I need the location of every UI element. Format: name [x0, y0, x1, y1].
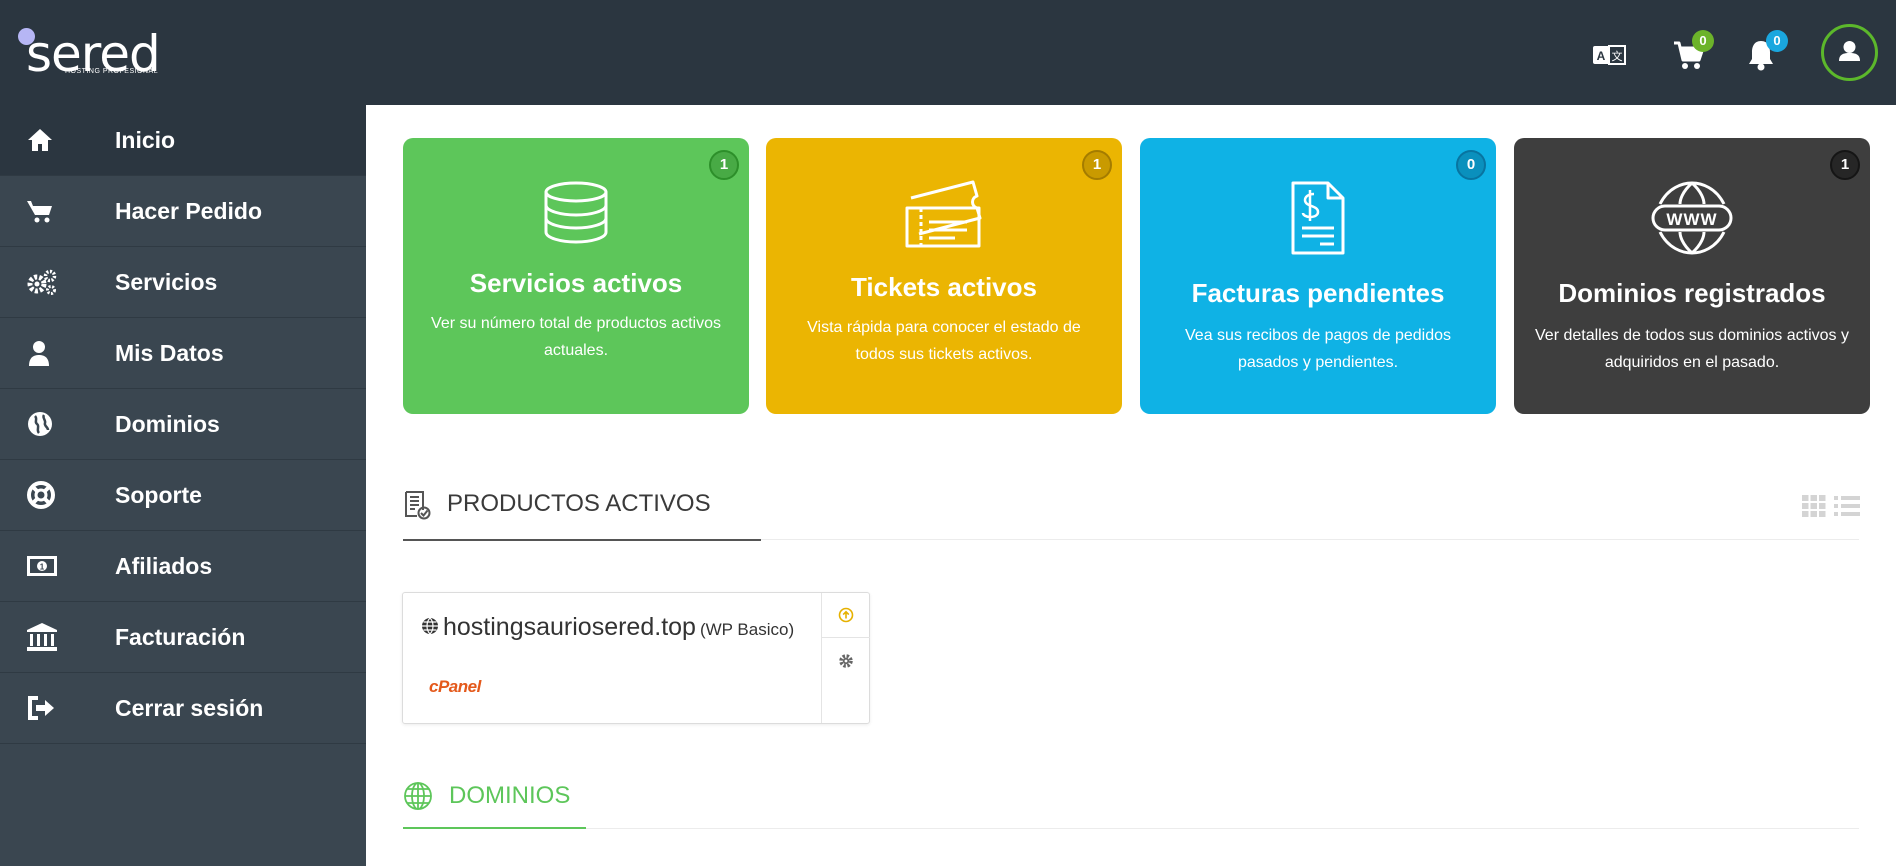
- upgrade-button[interactable]: [822, 593, 870, 638]
- sidebar-item-label: Cerrar sesión: [115, 694, 264, 721]
- main-content: 1 Servicios activos Ver su número total …: [366, 105, 1896, 866]
- www-icon: WWW: [1651, 181, 1733, 255]
- card-description: Ver su número total de productos activos…: [431, 315, 721, 359]
- sidebar-item-soporte[interactable]: Soporte: [0, 460, 366, 531]
- sidebar-item-label: Mis Datos: [115, 339, 224, 366]
- globe-icon: [404, 782, 432, 810]
- cart-icon: [0, 198, 115, 224]
- section-productos-activos: PRODUCTOS ACTIVOS: [403, 488, 711, 520]
- product-actions: [821, 593, 870, 723]
- sidebar-item-label: Facturación: [115, 623, 246, 650]
- svg-text:WWW: WWW: [1666, 210, 1717, 229]
- card-count-badge: 1: [709, 150, 739, 180]
- product-card[interactable]: hostingsauriosered.top (WP Basico) cPane…: [402, 592, 870, 724]
- notifications-count-badge: 0: [1766, 30, 1788, 52]
- product-header: hostingsauriosered.top (WP Basico): [421, 613, 794, 642]
- card-description: Ver detalles de todos sus dominios activ…: [1535, 327, 1849, 371]
- top-header: sered HOSTING PROFESIONAL A 文 0 0: [0, 0, 1896, 105]
- gears-icon: [0, 268, 115, 296]
- sidebar-item-afiliados[interactable]: 1 Afiliados: [0, 531, 366, 602]
- svg-text:1: 1: [40, 563, 45, 572]
- sidebar-item-facturacion[interactable]: Facturación: [0, 602, 366, 673]
- database-icon: [544, 181, 608, 244]
- svg-text:文: 文: [1612, 49, 1623, 63]
- cart-button[interactable]: 0: [1672, 30, 1714, 74]
- sidebar-item-label: Servicios: [115, 268, 218, 295]
- grid-view-icon[interactable]: [1802, 495, 1826, 517]
- sidebar-item-label: Dominios: [115, 410, 220, 437]
- card-servicios-activos[interactable]: 1 Servicios activos Ver su número total …: [403, 138, 749, 414]
- card-description: Vista rápida para conocer el estado de t…: [807, 319, 1081, 363]
- section-underline: [403, 539, 761, 541]
- card-dominios-registrados[interactable]: 1 WWW Dominios registrados Ver detalles …: [1514, 138, 1870, 414]
- product-domain[interactable]: hostingsauriosered.top: [443, 613, 696, 642]
- home-icon: [0, 127, 115, 153]
- sidebar-item-cerrar-sesion[interactable]: Cerrar sesión: [0, 673, 366, 744]
- sidebar-item-label: Soporte: [115, 481, 202, 508]
- section-dominios: DOMINIOS: [403, 781, 570, 811]
- svg-text:A: A: [1597, 49, 1606, 63]
- card-title: Tickets activos: [851, 272, 1037, 302]
- sidebar: Inicio Hacer Pedido Servicios Mis Datos …: [0, 105, 366, 866]
- globe-icon: [0, 410, 115, 438]
- list-view-icon[interactable]: [1834, 495, 1860, 517]
- sidebar-item-inicio[interactable]: Inicio: [0, 105, 366, 176]
- cart-count-badge: 0: [1692, 30, 1714, 52]
- card-title: Facturas pendientes: [1191, 278, 1445, 308]
- sidebar-item-label: Hacer Pedido: [115, 197, 262, 224]
- card-title: Dominios registrados: [1558, 278, 1826, 308]
- settings-button[interactable]: [822, 638, 870, 683]
- card-facturas-pendientes[interactable]: 0 Facturas pendientes Vea sus recibos de…: [1140, 138, 1496, 414]
- sidebar-item-dominios[interactable]: Dominios: [0, 389, 366, 460]
- brand-name: sered: [26, 25, 161, 83]
- sidebar-item-label: Inicio: [115, 126, 176, 153]
- ticket-icon: [905, 180, 982, 248]
- user-icon: [0, 339, 115, 367]
- brand-tagline: HOSTING PROFESIONAL: [65, 68, 159, 75]
- user-icon: [1839, 41, 1860, 61]
- card-count-badge: 0: [1456, 150, 1486, 180]
- gear-icon: [839, 653, 853, 668]
- user-avatar-button[interactable]: [1821, 24, 1878, 81]
- product-list-icon: [405, 491, 431, 520]
- lifebuoy-icon: [0, 480, 115, 510]
- sidebar-item-label: Afiliados: [115, 552, 213, 579]
- card-title: Servicios activos: [469, 268, 683, 298]
- card-description: Vea sus recibos de pagos de pedidos pasa…: [1185, 327, 1451, 371]
- section-title: DOMINIOS: [449, 782, 571, 809]
- translate-icon[interactable]: A 文: [1592, 44, 1626, 66]
- card-count-badge: 1: [1830, 150, 1860, 180]
- section-divider: [403, 828, 1859, 829]
- view-toggle: [1802, 495, 1860, 517]
- invoice-icon: [1291, 181, 1345, 255]
- notifications-button[interactable]: 0: [1746, 30, 1788, 74]
- sidebar-item-mis-datos[interactable]: Mis Datos: [0, 318, 366, 389]
- money-icon: 1: [0, 555, 115, 577]
- section-title: PRODUCTOS ACTIVOS: [447, 490, 711, 517]
- sidebar-item-hacer-pedido[interactable]: Hacer Pedido: [0, 176, 366, 247]
- card-tickets-activos[interactable]: 1 Tickets activos Vista rápida para cono…: [766, 138, 1122, 414]
- brand-logo[interactable]: sered HOSTING PROFESIONAL: [18, 24, 168, 84]
- product-plan: (WP Basico): [699, 620, 795, 639]
- card-count-badge: 1: [1082, 150, 1112, 180]
- cpanel-logo[interactable]: cPanel: [429, 677, 481, 697]
- bank-icon: [0, 622, 115, 652]
- sidebar-item-servicios[interactable]: Servicios: [0, 247, 366, 318]
- section-underline: [403, 827, 586, 829]
- logout-icon: [0, 695, 115, 721]
- globe-icon: [422, 617, 438, 635]
- arrow-up-circle-icon: [838, 607, 854, 623]
